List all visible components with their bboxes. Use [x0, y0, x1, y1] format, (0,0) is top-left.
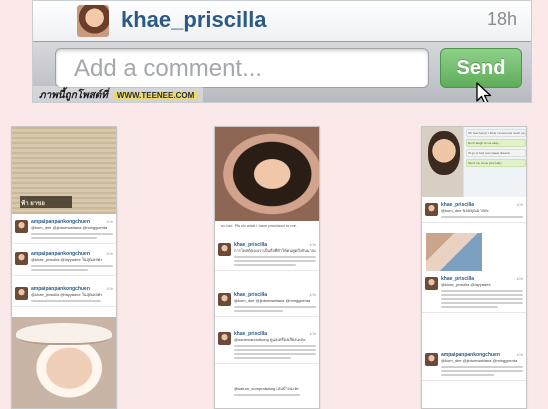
mouse-cursor-icon — [476, 82, 492, 102]
comment-item: khae_priscilla 10h @kom_dee ขอบคุณมากค่ะ — [422, 199, 526, 223]
avatar[interactable] — [425, 203, 438, 216]
comment-text: @kom_dee ขอบคุณมากค่ะ — [441, 208, 489, 213]
phone-screenshot-2: no bro. Pls do what I have promised to m… — [214, 126, 320, 409]
chat-bubble: Don't laugh at me okay. — [466, 139, 526, 147]
post-header: khae_priscilla 18h — [33, 1, 531, 41]
comment-bar: Add a comment... Send ภาพนี้ถูกโพสต์ที่ W… — [33, 41, 531, 102]
avatar[interactable] — [218, 293, 231, 306]
user-avatar[interactable] — [77, 5, 109, 37]
chat-bubble: Oh how funny! I think I know how much yo… — [466, 129, 526, 137]
chat-bubble: I'll go to bed now sweet dreams — [466, 149, 526, 157]
comment-text: การโพสต์ของเราเป็นสิ่งที่ทำให้คนพูดถึงกั… — [234, 248, 316, 253]
comment-item: khae_priscilla 10h การโพสต์ของเราเป็นสิ่… — [215, 239, 319, 271]
chat-bubble: Send me some pics baby — [466, 159, 526, 167]
comment-item: khae_priscilla 10h @narmwandotkong ดูแลเ… — [215, 328, 319, 364]
comment-input[interactable]: Add a comment... — [55, 48, 429, 88]
comment-text: @khae_priscilla @fayyadee ในสุดเลยค่ะ — [31, 257, 103, 262]
comment-text: @saturn_sompraiwang เล่นบ้างนะคะ — [234, 386, 300, 391]
comment-time: 10h — [516, 276, 523, 281]
hat-shape — [16, 323, 112, 345]
avatar[interactable] — [15, 287, 28, 300]
avatar[interactable] — [15, 252, 28, 265]
watermark-site: WWW.TEENEE.COM — [113, 91, 198, 100]
post-caption: no bro. Pls do what I have promised to m… — [221, 223, 298, 228]
avatar[interactable] — [15, 220, 28, 233]
comment-item: @saturn_sompraiwang เล่นบ้างนะคะ — [215, 383, 319, 400]
comment-item: khae_priscilla 10h @kom_dee @jintumwatta… — [215, 289, 319, 317]
comment-time: 10h — [309, 331, 316, 336]
phone-screenshot-1: ฟ้า ยาขอ ampaipanpankongchuen 10h @kom_d… — [11, 126, 117, 409]
comment-item: ampaipanpankongchuen 10h @kom_dee @jintu… — [422, 349, 526, 381]
comment-time: 10h — [106, 286, 113, 291]
avatar[interactable] — [425, 277, 438, 290]
comment-text: @kom_dee @jintumwattana @minggcenta — [441, 358, 518, 363]
comment-item: khae_priscilla 10h @khae_priscilla @fayy… — [422, 273, 526, 313]
photo-caption: ฟ้า ยาขอ — [21, 201, 45, 207]
comment-time: 10h — [309, 242, 316, 247]
comment-time: 10h — [516, 202, 523, 207]
comment-item: ampaipanpankongchuen 10h @kom_dee @jintu… — [12, 216, 116, 244]
comment-item: ampaipanpankongchuen 10h @khae_priscilla… — [12, 283, 116, 307]
selfie-photo — [215, 127, 319, 221]
comment-text: @kom_dee @jintumwattana @minggcenta — [234, 298, 311, 303]
comment-text: @khae_priscilla @fayyadee ในสุดเลยค่ะ — [31, 292, 103, 297]
avatar[interactable] — [425, 353, 438, 366]
comment-time: 10h — [516, 352, 523, 357]
chat-screenshot-photo: Oh how funny! I think I know how much yo… — [422, 127, 526, 197]
avatar[interactable] — [218, 243, 231, 256]
watermark: ภาพนี้ถูกโพสต์ที่ WWW.TEENEE.COM — [33, 86, 204, 102]
comment-text: @khae_priscilla @fayyadee — [441, 282, 491, 287]
zoomed-comment-banner: khae_priscilla 18h Add a comment... Send… — [32, 0, 532, 103]
comment-text: @narmwandotkong ดูแลเครื่องเสียงนะคะ — [234, 337, 306, 342]
post-timestamp: 18h — [486, 9, 517, 29]
watermark-text: ภาพนี้ถูกโพสต์ที่ — [39, 90, 108, 101]
comment-text: @kom_dee @jintumwattana @minggcenta — [31, 225, 108, 230]
comment-time: 10h — [309, 292, 316, 297]
comment-item: ampaipanpankongchuen 10h @khae_priscilla… — [12, 248, 116, 276]
comment-time: 10h — [106, 251, 113, 256]
comment-time: 10h — [106, 219, 113, 224]
face-photo — [428, 131, 460, 175]
post-username[interactable]: khae_priscilla — [121, 7, 267, 33]
avatar[interactable] — [218, 332, 231, 345]
phone-screenshot-3: Oh how funny! I think I know how much yo… — [421, 126, 527, 409]
chat-bubbles: Oh how funny! I think I know how much yo… — [466, 129, 526, 169]
family-photo — [426, 233, 482, 271]
